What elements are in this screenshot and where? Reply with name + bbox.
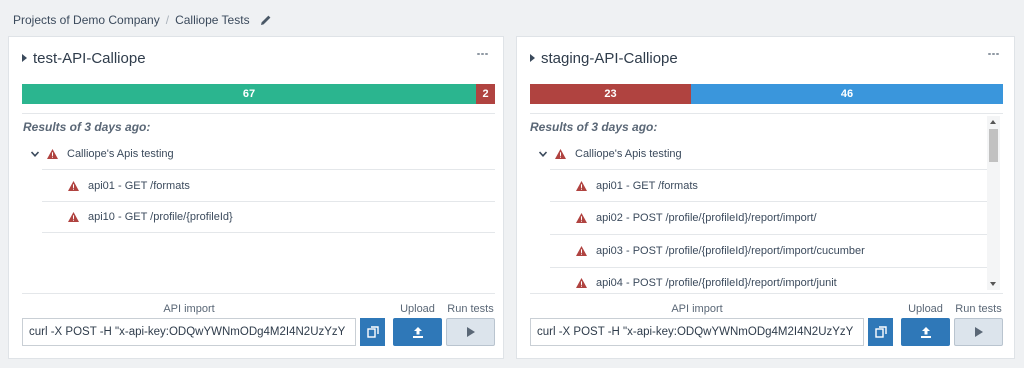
results-label: Results of 3 days ago:: [530, 120, 658, 134]
more-options-icon[interactable]: [988, 51, 1000, 57]
test-list: api01 - GET /formats api02 - POST /profi…: [550, 169, 987, 291]
test-group-row[interactable]: Calliope's Apis testing: [539, 145, 682, 163]
warning-icon: [68, 180, 79, 191]
group-label: Calliope's Apis testing: [575, 148, 682, 160]
copy-button[interactable]: [868, 318, 893, 346]
test-list: api01 - GET /formats api10 - GET /profil…: [42, 169, 495, 293]
divider: [530, 113, 1003, 114]
test-group-row[interactable]: Calliope's Apis testing: [31, 145, 174, 163]
divider: [22, 113, 495, 114]
run-tests-button[interactable]: [954, 318, 1003, 346]
breadcrumb-separator: /: [165, 13, 170, 27]
item-label: api01 - GET /formats: [596, 179, 698, 192]
passed-segment[interactable]: 46: [691, 84, 1003, 104]
card-header[interactable]: staging-API-Calliope: [530, 47, 1004, 69]
results-label: Results of 3 days ago:: [23, 120, 151, 134]
api-import-label: API import: [671, 303, 723, 315]
upload-label: Upload: [400, 303, 435, 315]
list-item[interactable]: api04 - POST /profile/{profileId}/report…: [550, 267, 987, 291]
copy-icon: [366, 326, 379, 338]
project-card-test: test-API-Calliope 67 2 Results of 3 days…: [8, 36, 504, 359]
warning-icon: [576, 180, 587, 191]
list-scrollbar[interactable]: [987, 116, 1000, 290]
card-header[interactable]: test-API-Calliope: [22, 47, 493, 69]
warning-icon: [47, 149, 58, 159]
warning-icon: [68, 212, 79, 222]
chevron-down-icon[interactable]: [31, 150, 39, 158]
curl-command-field[interactable]: curl -X POST -H "x-api-key:ODQwYWNmODg4M…: [530, 318, 864, 346]
warning-icon: [576, 212, 587, 223]
group-label: Calliope's Apis testing: [67, 148, 174, 160]
breadcrumb-company-link[interactable]: Projects of Demo Company: [13, 13, 160, 27]
chevron-down-icon[interactable]: [539, 150, 547, 158]
failed-segment[interactable]: 2: [476, 84, 495, 104]
curl-command-field[interactable]: curl -X POST -H "x-api-key:ODQwYWNmODg4M…: [22, 318, 356, 346]
list-item[interactable]: api03 - POST /profile/{profileId}/report…: [550, 234, 987, 266]
failed-segment[interactable]: 23: [530, 84, 691, 104]
list-item[interactable]: api01 - GET /formats: [550, 169, 987, 201]
upload-label: Upload: [908, 303, 943, 315]
upload-button[interactable]: [393, 318, 442, 346]
item-label: api03 - POST /profile/{profileId}/report…: [596, 244, 865, 257]
card-title[interactable]: test-API-Calliope: [33, 50, 146, 67]
breadcrumb: Projects of Demo Company / Calliope Test…: [13, 12, 272, 28]
scrollbar-thumb[interactable]: [989, 129, 998, 162]
passed-segment[interactable]: 67: [22, 84, 476, 104]
results-bar: 23 46: [530, 84, 1003, 104]
upload-icon: [920, 326, 931, 338]
warning-icon: [576, 278, 587, 288]
caret-right-icon[interactable]: [530, 54, 535, 62]
run-tests-button[interactable]: [446, 318, 495, 346]
list-item[interactable]: api01 - GET /formats: [42, 169, 495, 201]
run-tests-label: Run tests: [955, 303, 1002, 315]
item-label: api10 - GET /profile/{profileId}: [88, 211, 233, 223]
list-item[interactable]: api10 - GET /profile/{profileId}: [42, 201, 495, 233]
scroll-down-arrow-icon[interactable]: [990, 282, 996, 286]
play-icon: [466, 327, 475, 337]
divider: [22, 293, 495, 294]
warning-icon: [576, 245, 587, 256]
list-item[interactable]: api02 - POST /profile/{profileId}/report…: [550, 201, 987, 233]
warning-icon: [555, 149, 566, 159]
copy-button[interactable]: [360, 318, 385, 346]
copy-icon: [874, 326, 887, 338]
item-label: api04 - POST /profile/{profileId}/report…: [596, 277, 837, 289]
pencil-edit-icon[interactable]: [260, 14, 272, 26]
upload-button[interactable]: [901, 318, 950, 346]
api-import-label: API import: [163, 303, 215, 315]
divider: [530, 293, 1003, 294]
card-title[interactable]: staging-API-Calliope: [541, 50, 678, 67]
project-card-staging: staging-API-Calliope 23 46 Results of 3 …: [516, 36, 1015, 359]
item-label: api02 - POST /profile/{profileId}/report…: [596, 211, 817, 224]
play-icon: [974, 327, 983, 337]
scroll-up-arrow-icon[interactable]: [990, 120, 996, 124]
caret-right-icon[interactable]: [22, 54, 27, 62]
more-options-icon[interactable]: [477, 51, 489, 57]
item-label: api01 - GET /formats: [88, 179, 190, 192]
breadcrumb-project: Calliope Tests: [175, 13, 250, 27]
upload-icon: [412, 326, 423, 338]
results-bar: 67 2: [22, 84, 495, 104]
run-tests-label: Run tests: [447, 303, 494, 315]
